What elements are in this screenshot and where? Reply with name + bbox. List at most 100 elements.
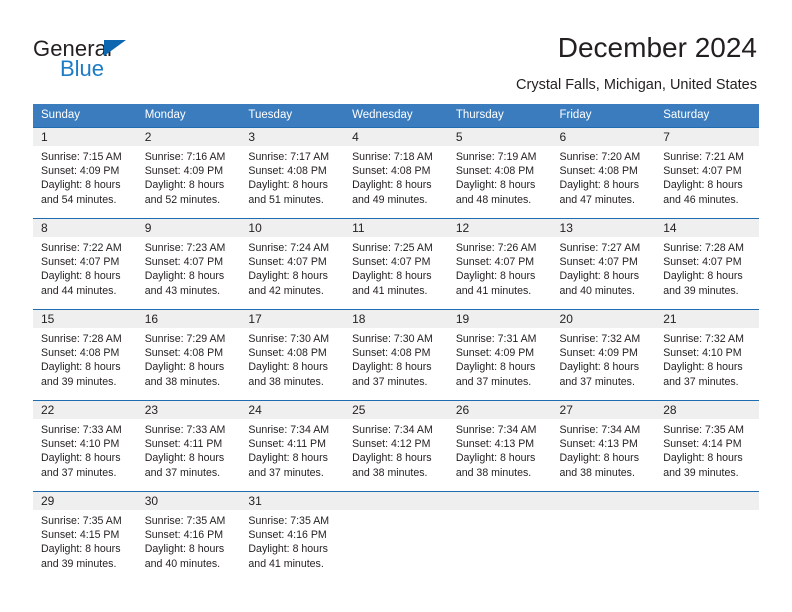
- daylight-text-line1: Daylight: 8 hours: [248, 452, 328, 465]
- daylight-text-line2: and 37 minutes.: [41, 466, 117, 479]
- sunset-text: Sunset: 4:07 PM: [352, 256, 431, 269]
- sunset-text: Sunset: 4:09 PM: [455, 347, 535, 360]
- sunset-text: Sunset: 4:07 PM: [144, 256, 224, 269]
- day-details: Sunrise: 7:32 AM Sunset: 4:09 PM Daylight:…: [552, 328, 656, 389]
- calendar-day-cell[interactable]: 3 Sunrise: 7:17 AM Sunset: 4:08 PM Daylight…: [240, 127, 345, 219]
- calendar-day-cell[interactable]: 18 Sunrise: 7:30 AM Sunset: 4:08 PM Dayligh…: [344, 309, 448, 401]
- day-number: 20: [551, 310, 656, 328]
- day-number: 2: [136, 128, 241, 146]
- calendar-day-cell[interactable]: 31 Sunrise: 7:35 AM Sunset: 4:16 PM Dayligh…: [240, 491, 345, 582]
- calendar-day-cell[interactable]: 1 Sunrise: 7:15 AM Sunset: 4:09 PM Daylight…: [33, 127, 137, 219]
- sunset-text: Sunset: 4:08 PM: [248, 347, 327, 360]
- calendar-day-cell[interactable]: 10 Sunrise: 7:24 AM Sunset: 4:07 PM Dayligh…: [240, 218, 345, 310]
- day-number: 4: [344, 128, 448, 146]
- sunrise-text: Sunrise: 7:20 AM: [559, 151, 641, 163]
- daylight-text-line2: and 39 minutes.: [663, 284, 739, 297]
- day-details: Sunrise: 7:26 AM Sunset: 4:07 PM Daylight:…: [448, 237, 552, 298]
- daylight-text-line1: Daylight: 8 hours: [559, 361, 640, 374]
- sunset-text: Sunset: 4:15 PM: [41, 529, 120, 542]
- daylight-text-line2: and 38 minutes.: [352, 466, 428, 479]
- daylight-text-line2: and 37 minutes.: [559, 375, 635, 388]
- calendar-day-cell[interactable]: 23 Sunrise: 7:33 AM Sunset: 4:11 PM Dayligh…: [136, 400, 241, 492]
- day-number: 12: [447, 219, 552, 237]
- daylight-text-line2: and 41 minutes.: [455, 284, 532, 297]
- general-blue-logo[interactable]: General Blue: [33, 36, 213, 86]
- calendar-body: 1 Sunrise: 7:15 AM Sunset: 4:09 PM Daylight…: [33, 127, 759, 582]
- calendar-day-cell[interactable]: 30 Sunrise: 7:35 AM Sunset: 4:16 PM Dayligh…: [136, 491, 241, 582]
- daylight-text-line2: and 44 minutes.: [41, 284, 117, 297]
- daylight-text-line2: and 39 minutes.: [663, 466, 739, 479]
- day-number: 11: [344, 219, 448, 237]
- calendar-day-cell[interactable]: 14 Sunrise: 7:28 AM Sunset: 4:07 PM Dayligh…: [655, 218, 759, 310]
- day-details: Sunrise: 7:34 AM Sunset: 4:12 PM Daylight:…: [344, 419, 448, 480]
- calendar-day-cell[interactable]: 4 Sunrise: 7:18 AM Sunset: 4:08 PM Daylight…: [344, 127, 448, 219]
- calendar-day-cell[interactable]: 26 Sunrise: 7:34 AM Sunset: 4:13 PM Dayligh…: [447, 400, 552, 492]
- sunrise-text: Sunrise: 7:19 AM: [455, 151, 537, 163]
- calendar-day-cell[interactable]: 17 Sunrise: 7:30 AM Sunset: 4:08 PM Dayligh…: [240, 309, 345, 401]
- day-number: 9: [136, 219, 241, 237]
- sunset-text: Sunset: 4:08 PM: [41, 347, 120, 360]
- calendar-day-cell[interactable]: 28 Sunrise: 7:35 AM Sunset: 4:14 PM Dayligh…: [655, 400, 759, 492]
- daylight-text-line2: and 41 minutes.: [352, 284, 428, 297]
- calendar-week-row: 15 Sunrise: 7:28 AM Sunset: 4:08 PM Dayligh…: [33, 309, 759, 401]
- sunset-text: Sunset: 4:14 PM: [663, 438, 742, 451]
- sunset-text: Sunset: 4:08 PM: [352, 347, 431, 360]
- sunrise-text: Sunrise: 7:32 AM: [663, 333, 744, 345]
- calendar-day-cell[interactable]: 22 Sunrise: 7:33 AM Sunset: 4:10 PM Dayligh…: [33, 400, 137, 492]
- day-number: 30: [136, 492, 241, 510]
- calendar-day-cell[interactable]: 7 Sunrise: 7:21 AM Sunset: 4:07 PM Daylight…: [655, 127, 759, 219]
- calendar-day-cell[interactable]: 27 Sunrise: 7:34 AM Sunset: 4:13 PM Dayligh…: [551, 400, 656, 492]
- daylight-text-line1: Daylight: 8 hours: [455, 452, 536, 465]
- calendar-table: Sunday Monday Tuesday Wednesday Thursday…: [33, 104, 759, 582]
- day-number: 26: [447, 401, 552, 419]
- calendar-day-cell[interactable]: 8 Sunrise: 7:22 AM Sunset: 4:07 PM Daylight…: [33, 218, 137, 310]
- sunrise-text: Sunrise: 7:23 AM: [144, 242, 226, 254]
- daylight-text-line1: Daylight: 8 hours: [144, 361, 225, 374]
- day-number: 8: [33, 219, 137, 237]
- day-details: Sunrise: 7:31 AM Sunset: 4:09 PM Daylight:…: [448, 328, 552, 389]
- day-details: [655, 510, 759, 514]
- daylight-text-line1: Daylight: 8 hours: [41, 452, 121, 465]
- daylight-text-line2: and 49 minutes.: [352, 193, 428, 206]
- triangle-icon: [104, 40, 126, 56]
- sunrise-text: Sunrise: 7:16 AM: [144, 151, 226, 163]
- daylight-text-line2: and 37 minutes.: [248, 466, 324, 479]
- calendar-day-cell[interactable]: 25 Sunrise: 7:34 AM Sunset: 4:12 PM Dayligh…: [344, 400, 448, 492]
- calendar-day-cell[interactable]: 5 Sunrise: 7:19 AM Sunset: 4:08 PM Daylight…: [447, 127, 552, 219]
- calendar-day-cell[interactable]: 9 Sunrise: 7:23 AM Sunset: 4:07 PM Daylight…: [136, 218, 241, 310]
- sunrise-text: Sunrise: 7:24 AM: [248, 242, 330, 254]
- calendar-day-cell[interactable]: 11 Sunrise: 7:25 AM Sunset: 4:07 PM Dayligh…: [344, 218, 448, 310]
- day-details: Sunrise: 7:19 AM Sunset: 4:08 PM Daylight:…: [448, 146, 552, 207]
- calendar-day-cell[interactable]: 15 Sunrise: 7:28 AM Sunset: 4:08 PM Dayligh…: [33, 309, 137, 401]
- day-details: [344, 510, 448, 514]
- daylight-text-line1: Daylight: 8 hours: [41, 361, 121, 374]
- sunrise-text: Sunrise: 7:17 AM: [248, 151, 330, 163]
- weekday-header-saturday: Saturday: [655, 104, 759, 128]
- daylight-text-line2: and 51 minutes.: [248, 193, 324, 206]
- sunset-text: Sunset: 4:16 PM: [144, 529, 224, 542]
- calendar-day-cell[interactable]: 29 Sunrise: 7:35 AM Sunset: 4:15 PM Dayligh…: [33, 491, 137, 582]
- calendar-day-cell[interactable]: 6 Sunrise: 7:20 AM Sunset: 4:08 PM Daylight…: [551, 127, 656, 219]
- weekday-header-row: Sunday Monday Tuesday Wednesday Thursday…: [33, 104, 759, 128]
- day-number: 21: [655, 310, 759, 328]
- day-number: 3: [240, 128, 345, 146]
- day-details: Sunrise: 7:30 AM Sunset: 4:08 PM Daylight:…: [240, 328, 344, 389]
- calendar-day-cell[interactable]: 16 Sunrise: 7:29 AM Sunset: 4:08 PM Dayligh…: [136, 309, 241, 401]
- calendar-day-cell[interactable]: 12 Sunrise: 7:26 AM Sunset: 4:07 PM Dayligh…: [447, 218, 552, 310]
- daylight-text-line2: and 38 minutes.: [248, 375, 324, 388]
- day-number: 13: [551, 219, 656, 237]
- sunset-text: Sunset: 4:10 PM: [663, 347, 742, 360]
- calendar-day-cell[interactable]: 21 Sunrise: 7:32 AM Sunset: 4:10 PM Dayligh…: [655, 309, 759, 401]
- sunset-text: Sunset: 4:07 PM: [663, 165, 742, 178]
- day-details: Sunrise: 7:27 AM Sunset: 4:07 PM Daylight:…: [552, 237, 656, 298]
- calendar-day-cell[interactable]: 13 Sunrise: 7:27 AM Sunset: 4:07 PM Dayligh…: [551, 218, 656, 310]
- calendar-day-cell[interactable]: 20 Sunrise: 7:32 AM Sunset: 4:09 PM Dayligh…: [551, 309, 656, 401]
- calendar-day-cell[interactable]: 19 Sunrise: 7:31 AM Sunset: 4:09 PM Dayligh…: [447, 309, 552, 401]
- calendar-day-cell[interactable]: 24 Sunrise: 7:34 AM Sunset: 4:11 PM Dayligh…: [240, 400, 345, 492]
- day-number: [655, 492, 759, 510]
- sunrise-text: Sunrise: 7:28 AM: [663, 242, 744, 254]
- calendar-day-cell[interactable]: 2 Sunrise: 7:16 AM Sunset: 4:09 PM Daylight…: [136, 127, 241, 219]
- sunset-text: Sunset: 4:08 PM: [144, 347, 224, 360]
- daylight-text-line2: and 38 minutes.: [455, 466, 532, 479]
- calendar-week-row: 29 Sunrise: 7:35 AM Sunset: 4:15 PM Dayligh…: [33, 491, 759, 582]
